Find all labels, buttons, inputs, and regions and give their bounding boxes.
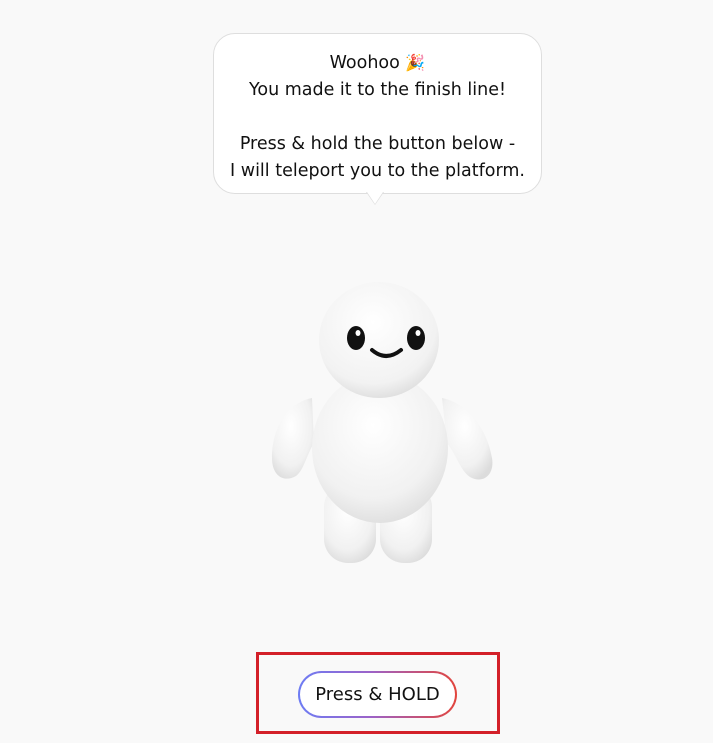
bubble-title: Woohoo 🎉 xyxy=(214,49,541,77)
press-and-hold-button[interactable]: Press & HOLD xyxy=(298,671,457,718)
party-popper-icon: 🎉 xyxy=(405,53,426,72)
bubble-spacer xyxy=(214,104,541,131)
bubble-line-teleport: I will teleport you to the platform. xyxy=(230,161,525,181)
bubble-line-finish: You made it to the finish line! xyxy=(249,80,506,100)
speech-bubble: Woohoo 🎉 You made it to the finish line!… xyxy=(213,33,542,194)
bubble-line-instruction: Press & hold the button below - xyxy=(239,134,516,154)
bubble-title-text: Woohoo xyxy=(329,53,400,73)
bubble-tail-fill xyxy=(367,192,383,204)
mascot-icon xyxy=(262,278,502,568)
